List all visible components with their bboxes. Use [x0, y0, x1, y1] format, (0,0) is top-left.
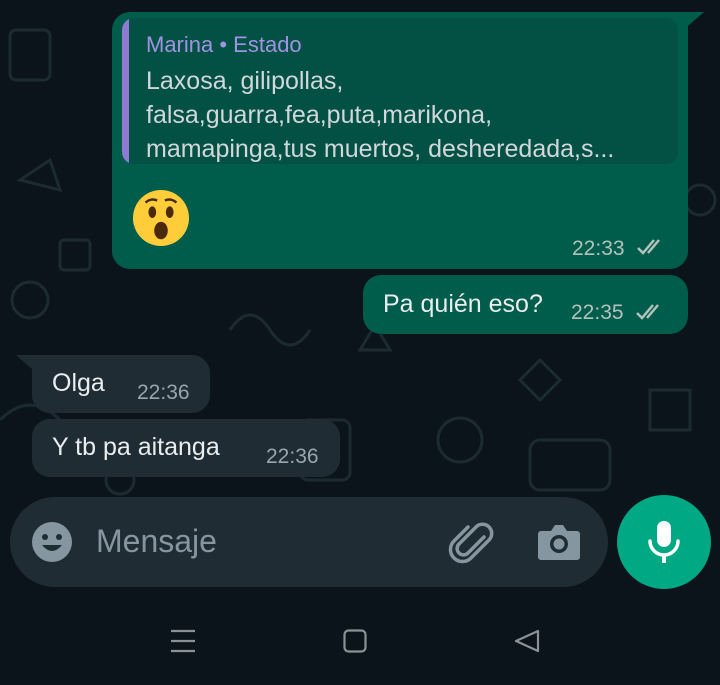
- read-ticks-icon: [636, 304, 659, 320]
- message-time: 22:36: [266, 445, 319, 468]
- menu-nav-icon[interactable]: [170, 628, 196, 654]
- emoji-icon[interactable]: [31, 521, 73, 563]
- message-bubble-outgoing-reply[interactable]: Marina • Estado Laxosa, gilipollas, fals…: [112, 12, 688, 269]
- system-nav-bar: [0, 598, 720, 685]
- message-bubble-incoming[interactable]: Olga 22:36: [32, 355, 210, 413]
- surprised-face-icon: [132, 189, 190, 247]
- message-input[interactable]: Mensaje: [96, 523, 217, 560]
- message-time: 22:36: [137, 381, 190, 404]
- home-nav-icon[interactable]: [343, 629, 367, 653]
- message-text: Y tb pa aitanga: [52, 433, 220, 461]
- bubble-tail: [16, 355, 32, 369]
- quote-author: Marina • Estado: [146, 32, 302, 57]
- camera-icon[interactable]: [537, 523, 581, 561]
- message-text: Olga: [52, 369, 105, 397]
- bubble-tail: [688, 12, 704, 26]
- message-bubble-incoming[interactable]: Y tb pa aitanga 22:36: [32, 419, 340, 477]
- message-composer[interactable]: Mensaje: [10, 497, 608, 587]
- message-bubble-outgoing[interactable]: Pa quién eso? 22:35: [363, 275, 688, 334]
- mic-icon: [648, 521, 680, 563]
- message-text: Pa quién eso?: [383, 290, 543, 318]
- message-time: 22:35: [571, 301, 624, 324]
- read-ticks-icon: [637, 239, 660, 255]
- voice-record-button[interactable]: [617, 495, 711, 589]
- attach-icon[interactable]: [448, 519, 494, 565]
- quoted-status[interactable]: Marina • Estado Laxosa, gilipollas, fals…: [122, 18, 678, 164]
- quote-accent-bar: [122, 18, 129, 164]
- back-nav-icon[interactable]: [514, 629, 540, 653]
- message-time: 22:33: [572, 237, 625, 260]
- quote-text: Laxosa, gilipollas, falsa,guarra,fea,put…: [146, 67, 615, 163]
